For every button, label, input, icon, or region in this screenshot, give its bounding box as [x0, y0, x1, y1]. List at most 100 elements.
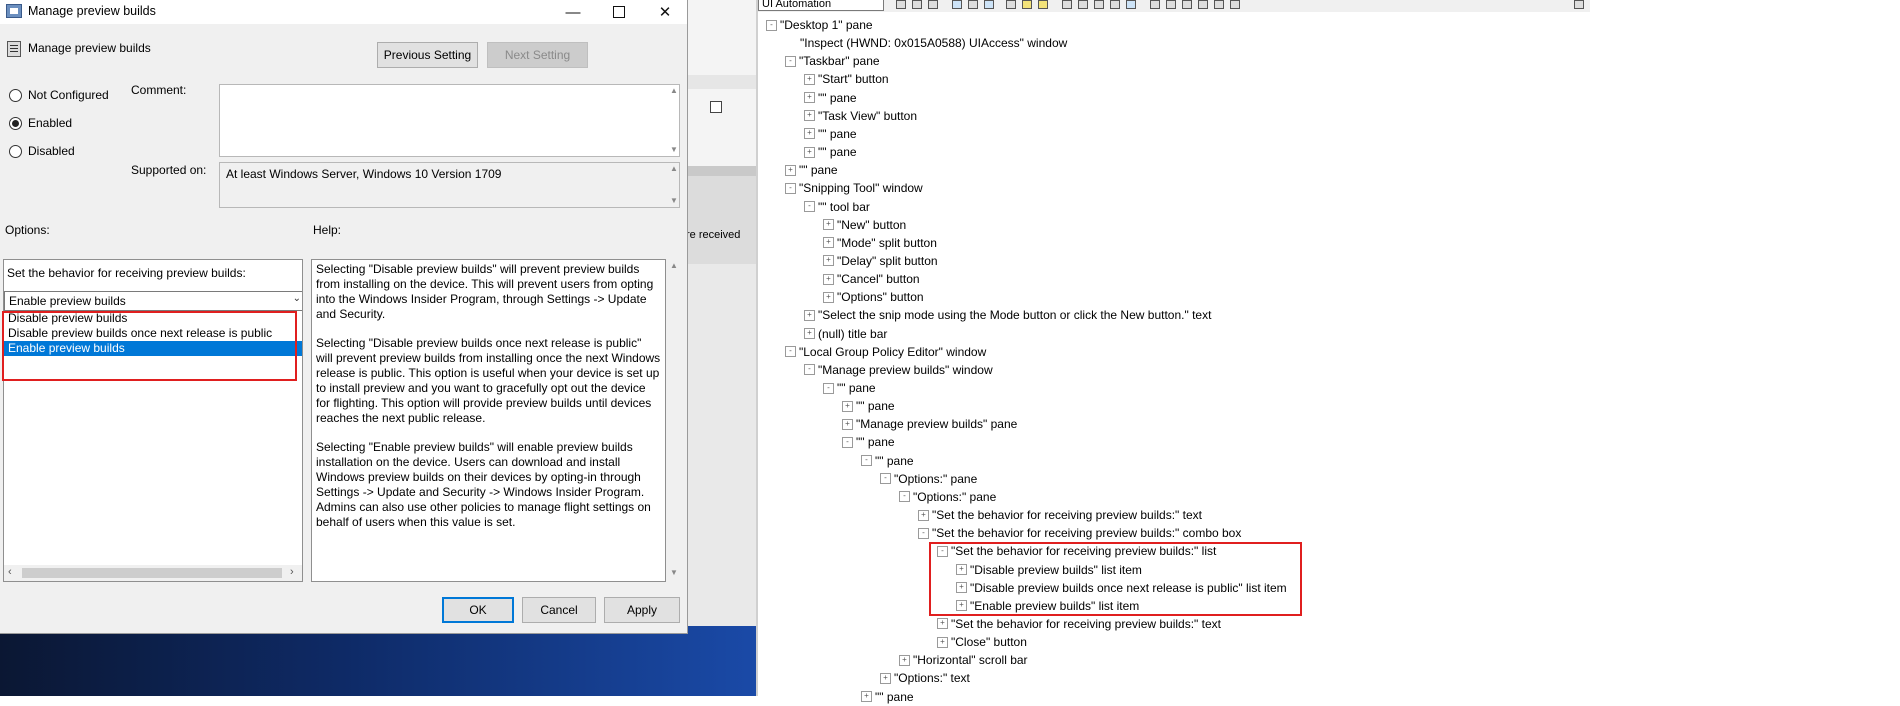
toolbar-icon[interactable]: [1182, 0, 1192, 9]
tree-node[interactable]: + "Mode" split button: [823, 234, 937, 252]
toolbar-icon[interactable]: [1166, 0, 1176, 9]
mode-select[interactable]: UI Automation: [758, 0, 884, 11]
toolbar-icon[interactable]: [968, 0, 978, 9]
toolbar-icon[interactable]: [1126, 0, 1136, 9]
next-setting-button[interactable]: Next Setting: [487, 42, 588, 68]
collapse-icon[interactable]: -: [861, 455, 872, 467]
collapse-icon[interactable]: -: [880, 473, 891, 485]
scroll-left-icon[interactable]: ‹: [8, 566, 12, 578]
tree-node[interactable]: + "" pane: [785, 161, 838, 179]
tree-node[interactable]: + "Set the behavior for receiving preview…: [937, 615, 1221, 633]
collapse-icon[interactable]: -: [918, 527, 929, 539]
expand-icon[interactable]: +: [899, 654, 910, 666]
tree-node[interactable]: + "" pane: [842, 397, 895, 415]
tree-node[interactable]: + "Horizontal" scroll bar: [899, 651, 1028, 669]
expand-icon[interactable]: +: [823, 237, 834, 249]
collapse-icon[interactable]: -: [899, 491, 910, 503]
expand-icon[interactable]: +: [804, 110, 815, 122]
expand-icon[interactable]: +: [804, 92, 815, 104]
toolbar-icon[interactable]: [1230, 0, 1240, 9]
comment-scroll-down-icon[interactable]: ▼: [670, 145, 678, 154]
title-bar[interactable]: Manage preview builds — ✕: [0, 0, 687, 24]
expand-icon[interactable]: +: [880, 672, 891, 684]
toolbar-icon[interactable]: [1094, 0, 1104, 9]
expand-icon[interactable]: +: [804, 328, 815, 340]
collapse-icon[interactable]: -: [823, 382, 834, 394]
collapse-icon[interactable]: -: [785, 182, 796, 194]
tree-node[interactable]: + "New" button: [823, 216, 906, 234]
expand-icon[interactable]: +: [823, 291, 834, 303]
expand-icon[interactable]: +: [918, 509, 929, 521]
expand-icon[interactable]: +: [804, 128, 815, 140]
collapse-icon[interactable]: -: [785, 55, 796, 67]
tree-node[interactable]: + "Delay" split button: [823, 252, 938, 270]
collapse-icon[interactable]: -: [804, 364, 815, 376]
tree-node[interactable]: - "Snipping Tool" window: [785, 179, 923, 197]
tree-node[interactable]: + "Close" button: [937, 633, 1027, 651]
expand-icon[interactable]: +: [823, 273, 834, 285]
radio-circle[interactable]: [9, 116, 22, 130]
expand-icon[interactable]: +: [785, 164, 796, 176]
chevron-down-icon[interactable]: ⌄: [293, 293, 301, 304]
tree-node[interactable]: - "Desktop 1" pane: [766, 16, 873, 34]
radio-circle[interactable]: [9, 144, 22, 158]
expand-icon[interactable]: +: [842, 418, 853, 430]
tree-node[interactable]: + "" pane: [804, 125, 857, 143]
expand-icon[interactable]: +: [842, 400, 853, 412]
tree-node[interactable]: + (null) title bar: [804, 325, 887, 343]
collapse-icon[interactable]: -: [804, 201, 815, 212]
tree-node[interactable]: + "Cancel" button: [823, 270, 920, 288]
radio-not-configured[interactable]: Not Configured: [9, 86, 109, 104]
expand-icon[interactable]: +: [804, 73, 815, 85]
toolbar-icon[interactable]: [1006, 0, 1016, 9]
toolbar-icon[interactable]: [1022, 0, 1032, 9]
tree-node[interactable]: + "" pane: [804, 89, 857, 107]
toolbar-icon[interactable]: [928, 0, 938, 9]
expand-icon[interactable]: +: [823, 255, 834, 267]
tree-node[interactable]: - "Local Group Policy Editor" window: [785, 343, 986, 361]
expand-icon[interactable]: +: [804, 146, 815, 158]
toolbar-icon[interactable]: [1214, 0, 1224, 9]
scroll-down-icon[interactable]: ▼: [670, 568, 678, 577]
minimize-button[interactable]: —: [550, 0, 596, 24]
expand-icon[interactable]: +: [861, 691, 872, 703]
tree-node[interactable]: + "Task View" button: [804, 107, 917, 125]
apply-button[interactable]: Apply: [604, 597, 680, 623]
tree-node[interactable]: - "Options:" pane: [899, 488, 996, 506]
collapse-icon[interactable]: -: [785, 346, 796, 358]
tree-node[interactable]: - "" pane: [861, 452, 914, 470]
tree-node[interactable]: + "Start" button: [804, 70, 889, 88]
expand-icon[interactable]: +: [804, 309, 815, 321]
maximize-button[interactable]: [596, 0, 642, 24]
help-vertical-scrollbar[interactable]: ▲ ▼: [666, 259, 682, 582]
scroll-up-icon[interactable]: ▲: [670, 261, 678, 270]
tree-node[interactable]: "Inspect (HWND: 0x015A0588) UIAccess" wi…: [785, 34, 1067, 52]
toolbar-icon[interactable]: [1062, 0, 1072, 9]
supported-scroll-up-icon[interactable]: ▲: [670, 164, 678, 173]
toolbar-icon[interactable]: [984, 0, 994, 9]
tree-node[interactable]: + "Options" button: [823, 288, 924, 306]
comment-textarea[interactable]: [219, 84, 680, 157]
toolbar-icon[interactable]: [1038, 0, 1048, 9]
tree-node[interactable]: + "Set the behavior for receiving preview…: [918, 506, 1202, 524]
scroll-right-icon[interactable]: ›: [290, 566, 294, 578]
tree-node[interactable]: + "" pane: [804, 143, 857, 161]
toolbar-icon[interactable]: [1198, 0, 1208, 9]
previous-setting-button[interactable]: Previous Setting: [377, 42, 478, 68]
expand-icon[interactable]: +: [937, 618, 948, 630]
radio-circle[interactable]: [9, 88, 22, 102]
ok-button[interactable]: OK: [442, 597, 514, 623]
scrollbar-thumb[interactable]: [22, 568, 282, 578]
supported-scroll-down-icon[interactable]: ▼: [670, 196, 678, 205]
tree-node[interactable]: - "" pane: [823, 379, 876, 397]
tree-node[interactable]: - "Options:" pane: [880, 470, 977, 488]
close-button[interactable]: ✕: [642, 0, 688, 24]
tree-node[interactable]: + "Options:" text: [880, 669, 970, 687]
tree-node[interactable]: - "" tool bar: [804, 198, 870, 216]
horizontal-scrollbar[interactable]: ‹ ›: [4, 565, 302, 581]
cancel-button[interactable]: Cancel: [522, 597, 596, 623]
toolbar-icon[interactable]: [1150, 0, 1160, 9]
toolbar-icon[interactable]: [952, 0, 962, 9]
comment-scroll-up-icon[interactable]: ▲: [670, 86, 678, 95]
collapse-icon[interactable]: -: [842, 436, 853, 448]
